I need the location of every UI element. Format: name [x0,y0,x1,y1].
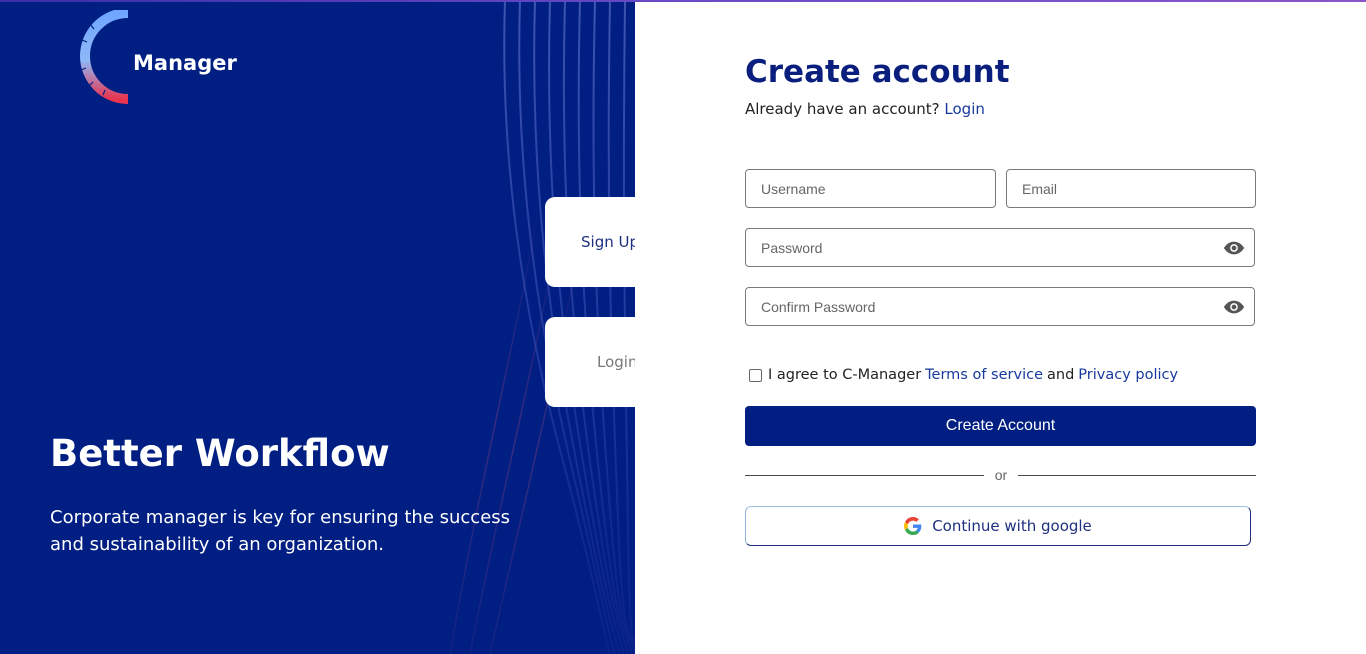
google-icon [904,517,922,535]
have-account-line: Already have an account? Login [745,100,985,118]
c-logo-icon [80,10,129,104]
signup-form-panel: Create account Already have an account? … [635,0,1366,654]
top-accent-line [0,0,1366,2]
tab-login-label: Login [597,353,638,371]
create-account-button[interactable]: Create Account [745,406,1256,446]
email-input[interactable] [1007,170,1255,207]
and-text: and [1047,367,1075,383]
have-account-text: Already have an account? [745,100,940,118]
continue-with-google-button[interactable]: Continue with google [745,506,1251,546]
show-password-eye-icon[interactable] [1223,238,1245,258]
terms-agreement: I agree to C-Manager Terms of service an… [749,367,1178,383]
login-link[interactable]: Login [944,100,984,118]
terms-link[interactable]: Terms of service [925,367,1043,383]
terms-checkbox[interactable] [749,368,762,382]
google-button-label: Continue with google [932,517,1092,535]
show-confirm-password-eye-icon[interactable] [1223,297,1245,317]
email-field [1006,169,1256,208]
divider-right [1018,475,1256,476]
agree-text: I agree to C-Manager [768,367,922,383]
hero-subtitle: Corporate manager is key for ensuring th… [50,507,511,555]
tab-sign-up-label: Sign Up [581,233,639,251]
password-field [745,228,1255,267]
left-panel: Manager Better Workflow Corporate manage… [0,0,635,654]
confirm-password-input[interactable] [746,288,1254,325]
hero-title: Better Workflow [50,432,390,475]
confirm-password-field [745,287,1255,326]
divider-left [745,475,984,476]
username-field [745,169,996,208]
or-separator: or [994,467,1008,483]
username-input[interactable] [746,170,995,207]
privacy-link[interactable]: Privacy policy [1078,367,1178,383]
page-title: Create account [745,54,1010,90]
password-input[interactable] [746,229,1254,266]
brand-name: Manager [133,51,237,75]
